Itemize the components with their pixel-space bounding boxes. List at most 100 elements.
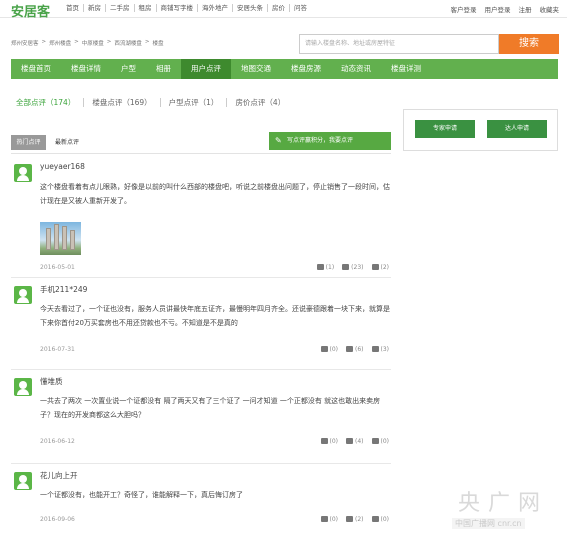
like-count[interactable]: (23) xyxy=(342,264,364,271)
review-item: 懂堆质 一共去了两次 一次置业说一个证都没有 隔了两天又有了三个证了 一问才知道… xyxy=(11,372,391,464)
breadcrumb-sep: > xyxy=(106,39,112,45)
client-login-menu[interactable]: 客户登录 xyxy=(451,4,477,14)
top-bar: 安居客 首页 新房 二手房 租房 商铺写字楼 海外地产 安居头条 房价 问答 客… xyxy=(0,0,567,20)
comment-icon xyxy=(320,516,328,522)
breadcrumb-item[interactable]: 西流湖楼盘 xyxy=(114,39,145,47)
review-text: 这个楼盘看着有点儿眼熟，好像是以前的叫什么西部的楼盘吧，听说之前楼盘出问题了，停… xyxy=(40,183,390,205)
nav-item-home[interactable]: 楼盘首页 xyxy=(11,59,61,79)
dislike-count[interactable]: (0) xyxy=(371,438,389,445)
nav-item-album[interactable]: 相册 xyxy=(146,59,181,79)
comment-count[interactable]: (0) xyxy=(320,346,339,353)
review-username[interactable]: 懂堆质 xyxy=(40,376,63,387)
top-nav-item[interactable]: 首页 xyxy=(62,4,84,12)
comment-count-value: (1) xyxy=(325,264,335,271)
tab-price-reviews[interactable]: 房价点评（4） xyxy=(227,98,293,107)
breadcrumb-item[interactable]: 郑州安居客 xyxy=(11,39,42,47)
comment-icon xyxy=(316,264,324,270)
breadcrumb-item[interactable]: 楼盘 xyxy=(153,39,167,47)
nav-item-floorplans[interactable]: 户型 xyxy=(111,59,146,79)
nav-item-map[interactable]: 地图交通 xyxy=(231,59,281,79)
tab-hot-reviews[interactable]: 热门点评 xyxy=(11,135,46,150)
expert-apply-button[interactable]: 专家申请 xyxy=(415,120,475,138)
breadcrumb-sep: > xyxy=(41,39,47,45)
review-photo[interactable] xyxy=(40,222,81,255)
comment-count-value: (0) xyxy=(329,346,339,353)
thumbs-down-icon xyxy=(371,438,379,444)
top-nav-item[interactable]: 二手房 xyxy=(106,4,135,12)
review-text: 一个证都没有，也能开工？奇怪了，谁能解释一下，真后悔订房了 xyxy=(40,491,243,499)
watermark: 央广网 xyxy=(458,491,549,516)
review-text: 今天去看过了，一个证也没有，服务人员讲最快年底五证齐，最慢明年四月齐全。还说豪德… xyxy=(40,305,390,327)
review-date: 2016-06-12 xyxy=(40,438,75,445)
thumbs-down-icon xyxy=(371,346,379,352)
review-username[interactable]: yueyaer168 xyxy=(40,162,85,171)
top-nav-item[interactable]: 租房 xyxy=(135,4,157,12)
avatar[interactable] xyxy=(14,472,32,490)
thumbs-up-icon xyxy=(342,264,350,270)
tab-latest-reviews[interactable]: 最新点评 xyxy=(55,135,79,150)
comment-count-value: (0) xyxy=(329,516,339,523)
review-text: 一共去了两次 一次置业说一个证都没有 隔了两天又有了三个证了 一问才知道 一个正… xyxy=(40,397,381,419)
top-nav-item[interactable]: 商铺写字楼 xyxy=(157,4,198,12)
tab-all-reviews[interactable]: 全部点评（174） xyxy=(16,98,85,107)
thumbs-down-icon xyxy=(371,264,379,270)
like-count-value: (4) xyxy=(355,438,364,445)
comment-icon xyxy=(320,438,328,444)
top-right-links: 客户登录 用户登录 注册 收藏夹 xyxy=(451,4,560,14)
review-date: 2016-05-01 xyxy=(40,264,75,271)
comment-count-value: (0) xyxy=(329,438,339,445)
like-count[interactable]: (2) xyxy=(346,516,364,523)
breadcrumb-item[interactable]: 郑州楼盘 xyxy=(49,39,74,47)
review-date: 2016-07-31 xyxy=(40,346,75,353)
top-nav-item[interactable]: 海外地产 xyxy=(198,4,233,12)
nav-item-reviews[interactable]: 用户点评 xyxy=(181,59,231,79)
thumbs-up-icon xyxy=(346,516,353,522)
avatar[interactable] xyxy=(14,164,32,182)
search-input[interactable]: 请输入楼盘名称、地址或房屋特征 xyxy=(299,34,499,54)
review-username[interactable]: 手机211*249 xyxy=(40,284,87,295)
site-logo[interactable]: 安居客 xyxy=(11,1,50,20)
review-stats: (0) (4) (0) xyxy=(320,438,389,445)
review-stats: (1) (23) (2) xyxy=(316,264,389,271)
comment-count[interactable]: (1) xyxy=(316,264,335,271)
nav-item-details[interactable]: 楼盘详情 xyxy=(61,59,111,79)
like-count[interactable]: (6) xyxy=(346,346,364,353)
thumbs-up-icon xyxy=(346,438,353,444)
top-nav-item[interactable]: 问答 xyxy=(290,4,311,12)
register-link[interactable]: 注册 xyxy=(519,4,532,14)
apply-panel: 专家申请 达人申请 xyxy=(403,109,558,151)
dislike-count[interactable]: (2) xyxy=(371,264,389,271)
like-count[interactable]: (4) xyxy=(346,438,364,445)
comment-count[interactable]: (0) xyxy=(320,438,339,445)
breadcrumb-sep: > xyxy=(74,39,79,45)
dislike-count[interactable]: (3) xyxy=(371,346,390,353)
top-nav-item[interactable]: 安居头条 xyxy=(233,4,268,12)
like-count-value: (23) xyxy=(351,264,364,271)
dislike-count-value: (3) xyxy=(380,346,390,353)
favorites-link[interactable]: 收藏夹 xyxy=(540,4,560,14)
top-nav: 首页 新房 二手房 租房 商铺写字楼 海外地产 安居头条 房价 问答 xyxy=(62,4,311,12)
search-button[interactable]: 搜索 xyxy=(499,34,559,54)
user-login-link[interactable]: 用户登录 xyxy=(485,4,511,14)
review-item: 手机211*249 今天去看过了，一个证也没有，服务人员讲最快年底五证齐，最慢明… xyxy=(11,280,391,370)
top-nav-item[interactable]: 新房 xyxy=(84,4,106,12)
nav-item-evaluation[interactable]: 楼盘详测 xyxy=(381,59,431,79)
top-nav-item[interactable]: 房价 xyxy=(268,4,290,12)
person-apply-button[interactable]: 达人申请 xyxy=(487,120,547,138)
avatar[interactable] xyxy=(14,378,32,396)
tab-property-reviews[interactable]: 楼盘点评（169） xyxy=(84,98,161,107)
avatar[interactable] xyxy=(14,286,32,304)
nav-item-listings[interactable]: 楼盘房源 xyxy=(281,59,331,79)
like-count-value: (2) xyxy=(355,516,364,523)
comment-count[interactable]: (0) xyxy=(320,516,339,523)
write-review-button[interactable]: ✎ 写点评赢积分，我要点评 xyxy=(269,132,391,150)
thumbs-up-icon xyxy=(346,346,353,352)
write-review-label: 写点评赢积分，我要点评 xyxy=(287,137,354,144)
review-date: 2016-09-06 xyxy=(40,516,75,523)
review-item: yueyaer168 这个楼盘看着有点儿眼熟，好像是以前的叫什么西部的楼盘吧，听… xyxy=(11,158,391,278)
review-username[interactable]: 花儿向上开 xyxy=(40,470,78,481)
nav-item-news[interactable]: 动态资讯 xyxy=(331,59,381,79)
breadcrumb-item[interactable]: 中原楼盘 xyxy=(82,39,107,47)
tab-floorplan-reviews[interactable]: 户型点评（1） xyxy=(161,98,228,107)
dislike-count[interactable]: (0) xyxy=(371,516,389,523)
